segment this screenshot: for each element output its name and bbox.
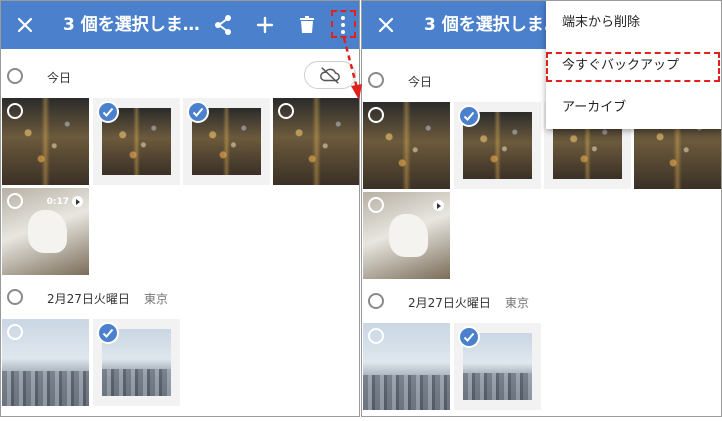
- select-all-feb27[interactable]: [368, 293, 384, 309]
- menu-item-archive[interactable]: アーカイブ: [546, 90, 721, 126]
- select-all-feb27[interactable]: [7, 289, 23, 305]
- delete-icon[interactable]: [295, 13, 319, 37]
- check-icon[interactable]: [97, 322, 119, 344]
- select-circle[interactable]: [368, 107, 384, 123]
- backup-status-chip[interactable]: [304, 61, 356, 89]
- select-circle[interactable]: [368, 328, 384, 344]
- menu-item-delete-from-device[interactable]: 端末から削除: [546, 5, 721, 41]
- selection-toolbar: 3 個を選択しま…: [1, 1, 359, 49]
- photo-thumbnail-selected[interactable]: [93, 319, 180, 406]
- select-circle[interactable]: [368, 197, 384, 213]
- select-circle[interactable]: [7, 324, 23, 340]
- date-header-feb27: 2月27日火曜日: [47, 292, 130, 306]
- photo-thumbnail-selected[interactable]: [93, 98, 180, 185]
- photo-thumbnail[interactable]: [363, 323, 450, 410]
- photo-thumbnail-selected[interactable]: [454, 102, 541, 189]
- select-circle[interactable]: [278, 103, 294, 119]
- video-duration: 0:17: [47, 196, 83, 207]
- close-icon[interactable]: [13, 13, 37, 37]
- play-icon: [433, 200, 444, 211]
- cloud-off-icon: [320, 67, 340, 84]
- photo-thumbnail-selected[interactable]: [454, 323, 541, 410]
- select-all-today[interactable]: [7, 68, 23, 84]
- date-header-feb27: 2月27日火曜日: [408, 296, 491, 310]
- select-circle[interactable]: [7, 103, 23, 119]
- video-thumbnail[interactable]: [363, 192, 450, 279]
- right-screen: 3 個を選択しま… 今日 2月27日火曜日 東京 端末から削除 今すぐバックアッ…: [361, 0, 722, 417]
- select-circle[interactable]: [7, 193, 23, 209]
- select-all-today[interactable]: [368, 72, 384, 88]
- left-screen: 3 個を選択しま… 今日 0:17 2月27日火曜日 東京: [0, 0, 360, 417]
- more-button-highlight: [331, 10, 356, 38]
- photo-thumbnail[interactable]: [2, 98, 89, 185]
- check-icon[interactable]: [187, 101, 209, 123]
- share-icon[interactable]: [211, 13, 235, 37]
- photo-thumbnail[interactable]: [273, 98, 359, 185]
- location-label: 東京: [144, 292, 169, 306]
- add-icon[interactable]: [253, 13, 277, 37]
- check-icon[interactable]: [97, 101, 119, 123]
- video-thumbnail[interactable]: 0:17: [2, 188, 89, 275]
- photo-thumbnail-selected[interactable]: [183, 98, 270, 185]
- video-duration-text: 0:17: [46, 196, 69, 207]
- date-header-today: 今日: [47, 71, 72, 85]
- photo-thumbnail[interactable]: [363, 102, 450, 189]
- check-icon[interactable]: [458, 326, 480, 348]
- video-duration: [433, 200, 444, 211]
- play-icon: [72, 196, 83, 207]
- selection-count-title: 3 個を選択しま…: [63, 15, 199, 35]
- location-label: 東京: [505, 296, 530, 310]
- photo-thumbnail[interactable]: [2, 319, 89, 406]
- date-header-today: 今日: [408, 75, 433, 89]
- close-icon[interactable]: [374, 13, 398, 37]
- check-icon[interactable]: [458, 105, 480, 127]
- backup-now-highlight: [546, 52, 720, 82]
